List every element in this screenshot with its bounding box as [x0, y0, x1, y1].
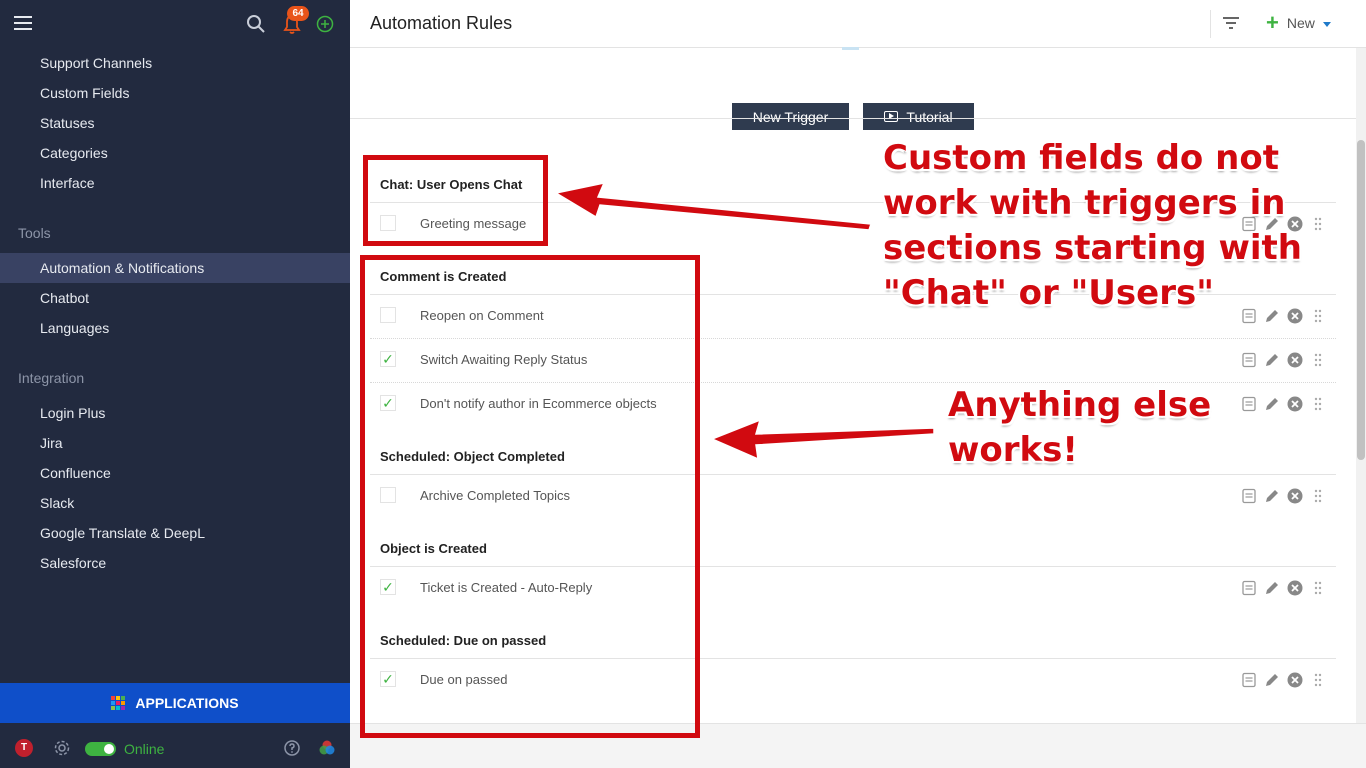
sidebar-section-integration: Integration	[18, 370, 85, 386]
edit-pencil-icon[interactable]	[1264, 672, 1280, 688]
export-icon[interactable]	[1241, 672, 1257, 688]
edit-pencil-icon[interactable]	[1264, 580, 1280, 596]
sidebar-item-statuses[interactable]: Statuses	[0, 108, 350, 138]
export-icon[interactable]	[1241, 488, 1257, 504]
delete-circle-icon[interactable]	[1287, 672, 1303, 688]
applications-button[interactable]: APPLICATIONS	[0, 683, 350, 723]
hint-marker	[842, 47, 859, 50]
header-divider	[1210, 10, 1211, 38]
tutorial-label: Tutorial	[906, 108, 953, 125]
avatar[interactable]: T	[15, 739, 33, 757]
sidebar-item-slack[interactable]: Slack	[0, 488, 350, 518]
apps-grid-icon	[111, 696, 126, 710]
sidebar-item-custom-fields[interactable]: Custom Fields	[0, 78, 350, 108]
play-icon	[884, 111, 899, 122]
notification-count-badge: 64	[287, 6, 309, 21]
page-title: Automation Rules	[370, 13, 513, 33]
annotation-note-custom-fields: Custom fields do not work with triggers …	[883, 138, 1303, 313]
sidebar-item-categories[interactable]: Categories	[0, 138, 350, 168]
export-icon[interactable]	[1241, 396, 1257, 412]
export-icon[interactable]	[1241, 352, 1257, 368]
palette-icon[interactable]	[318, 739, 336, 757]
sidebar-item-confluence[interactable]: Confluence	[0, 458, 350, 488]
sidebar-item-languages[interactable]: Languages	[0, 313, 350, 343]
new-button-label: New	[1286, 15, 1315, 31]
sidebar-item-jira[interactable]: Jira	[0, 428, 350, 458]
drag-handle-icon[interactable]	[1310, 308, 1326, 324]
sidebar-item-chatbot[interactable]: Chatbot	[0, 283, 350, 313]
delete-circle-icon[interactable]	[1287, 488, 1303, 504]
sidebar-section-tools: Tools	[18, 225, 51, 241]
online-status-label: Online	[124, 741, 165, 757]
annotation-box-other-sections	[360, 255, 700, 738]
edit-pencil-icon[interactable]	[1264, 488, 1280, 504]
delete-circle-icon[interactable]	[1287, 396, 1303, 412]
drag-handle-icon[interactable]	[1310, 488, 1326, 504]
sidebar-item-salesforce[interactable]: Salesforce	[0, 548, 350, 578]
edit-pencil-icon[interactable]	[1264, 396, 1280, 412]
rule-actions	[1241, 488, 1329, 506]
new-trigger-button[interactable]: New Trigger	[732, 103, 849, 130]
sidebar-item-support-channels[interactable]: Support Channels	[0, 48, 350, 78]
delete-circle-icon[interactable]	[1287, 352, 1303, 368]
drag-handle-icon[interactable]	[1310, 396, 1326, 412]
rule-actions	[1241, 396, 1329, 414]
hamburger-menu-icon[interactable]	[14, 16, 32, 30]
sidebar-item-automation-notifications[interactable]: Automation & Notifications	[0, 253, 350, 283]
annotation-note-anything-else: Anything else works!	[948, 385, 1212, 470]
export-icon[interactable]	[1241, 580, 1257, 596]
online-status-toggle[interactable]	[85, 742, 116, 756]
filter-icon[interactable]	[1222, 15, 1240, 31]
scrollbar-thumb[interactable]	[1357, 140, 1365, 460]
sidebar-item-interface[interactable]: Interface	[0, 168, 350, 198]
drag-handle-icon[interactable]	[1310, 216, 1326, 232]
applications-label: APPLICATIONS	[135, 695, 239, 711]
search-icon[interactable]	[246, 14, 266, 34]
rule-actions	[1241, 672, 1329, 690]
drag-handle-icon[interactable]	[1310, 580, 1326, 596]
annotation-box-chat-section	[363, 155, 548, 246]
rule-actions	[1241, 580, 1329, 598]
annotation-arrow-2	[710, 418, 935, 461]
tutorial-button[interactable]: Tutorial	[863, 103, 974, 130]
sidebar-item-login-plus[interactable]: Login Plus	[0, 398, 350, 428]
edit-pencil-icon[interactable]	[1264, 352, 1280, 368]
annotation-arrow-1	[553, 181, 873, 231]
new-trigger-label: New Trigger	[752, 108, 829, 125]
help-icon[interactable]	[284, 740, 300, 756]
new-button[interactable]: + New	[1266, 12, 1331, 34]
gear-icon[interactable]	[53, 739, 71, 757]
content-divider	[350, 118, 1356, 119]
rule-actions	[1241, 352, 1329, 370]
sidebar-item-google-translate-deepl[interactable]: Google Translate & DeepL	[0, 518, 350, 548]
caret-down-icon	[1322, 21, 1331, 27]
add-circle-icon[interactable]	[316, 15, 334, 33]
page-header: Automation Rules + New	[350, 0, 1366, 48]
sidebar: 64 Support Channels Custom Fields Status…	[0, 0, 350, 768]
drag-handle-icon[interactable]	[1310, 352, 1326, 368]
drag-handle-icon[interactable]	[1310, 672, 1326, 688]
plus-icon: +	[1266, 10, 1279, 35]
delete-circle-icon[interactable]	[1287, 580, 1303, 596]
